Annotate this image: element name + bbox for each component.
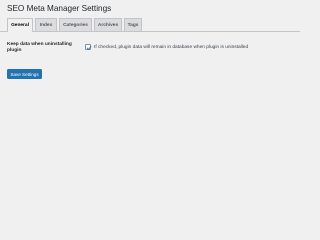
tab-label: Index <box>39 22 53 28</box>
tab-label: Tags <box>127 22 139 28</box>
tab-tags[interactable]: Tags <box>124 18 142 31</box>
tab-label: General <box>11 23 29 28</box>
keep-data-label: Keep data when uninstalling plugin <box>7 42 72 53</box>
tab-bar-divider <box>0 31 300 32</box>
tab-general[interactable]: General <box>7 18 33 32</box>
keep-data-checkbox[interactable] <box>85 44 92 50</box>
keep-data-description: If checked, plugin data will remain in d… <box>94 44 249 50</box>
tab-index[interactable]: Index <box>35 18 57 31</box>
save-settings-button[interactable]: Save Settings <box>7 69 42 79</box>
tab-categories[interactable]: Categories <box>59 18 92 31</box>
tab-label: Archives <box>97 22 119 28</box>
tab-archives[interactable]: Archives <box>94 18 122 31</box>
settings-page: SEO Meta Manager Settings General Index … <box>0 0 300 225</box>
page-title: SEO Meta Manager Settings <box>7 4 112 13</box>
checkmark-icon <box>86 45 92 50</box>
tab-label: Categories <box>63 22 88 28</box>
